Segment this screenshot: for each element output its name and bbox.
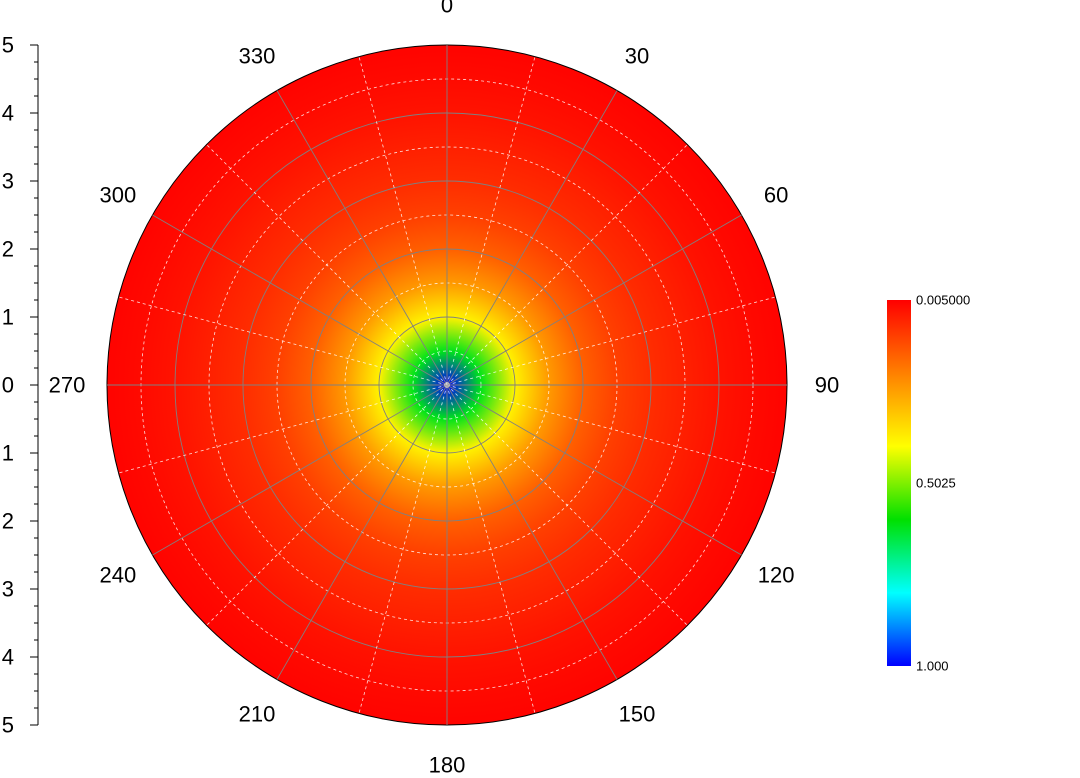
radial-tick-label: 0 <box>2 373 14 398</box>
colorbar-tick-label: 0.5025 <box>916 476 956 491</box>
colorbar-gradient <box>887 300 911 666</box>
radial-tick-label: 4 <box>2 645 14 670</box>
angle-tick-label: 150 <box>619 702 656 727</box>
radial-tick-label: 4 <box>2 101 14 126</box>
angle-tick-label: 210 <box>239 702 276 727</box>
angle-tick-label: 0 <box>441 0 453 18</box>
angle-tick-label: 90 <box>815 373 839 398</box>
colorbar-tick-label: 0.005000 <box>916 293 970 308</box>
radial-tick-label: 2 <box>2 237 14 262</box>
radial-axis: 5 4 3 2 1 0 1 2 3 4 5 <box>2 33 39 738</box>
radial-tick-label: 2 <box>2 509 14 534</box>
angle-tick-label: 330 <box>239 43 276 68</box>
polar-grid <box>106 44 788 726</box>
angle-tick-label: 270 <box>49 373 86 398</box>
angle-tick-label: 300 <box>100 183 137 208</box>
angle-tick-label: 120 <box>758 563 795 588</box>
radial-tick-label: 5 <box>2 713 14 738</box>
angle-tick-label: 60 <box>764 183 788 208</box>
angle-tick-label: 180 <box>429 753 466 778</box>
radial-tick-label: 3 <box>2 577 14 602</box>
colorbar: 0.005000 0.5025 1.000 <box>887 293 970 674</box>
radial-tick-label: 3 <box>2 169 14 194</box>
radial-tick-label: 1 <box>2 305 14 330</box>
radial-tick-label: 5 <box>2 33 14 58</box>
angle-tick-label: 30 <box>625 43 649 68</box>
polar-chart: 54321012345 0306090120150180210240270300… <box>2 0 970 778</box>
angle-tick-label: 240 <box>100 563 137 588</box>
colorbar-tick-label: 1.000 <box>916 659 949 674</box>
radial-tick-label: 1 <box>2 441 14 466</box>
